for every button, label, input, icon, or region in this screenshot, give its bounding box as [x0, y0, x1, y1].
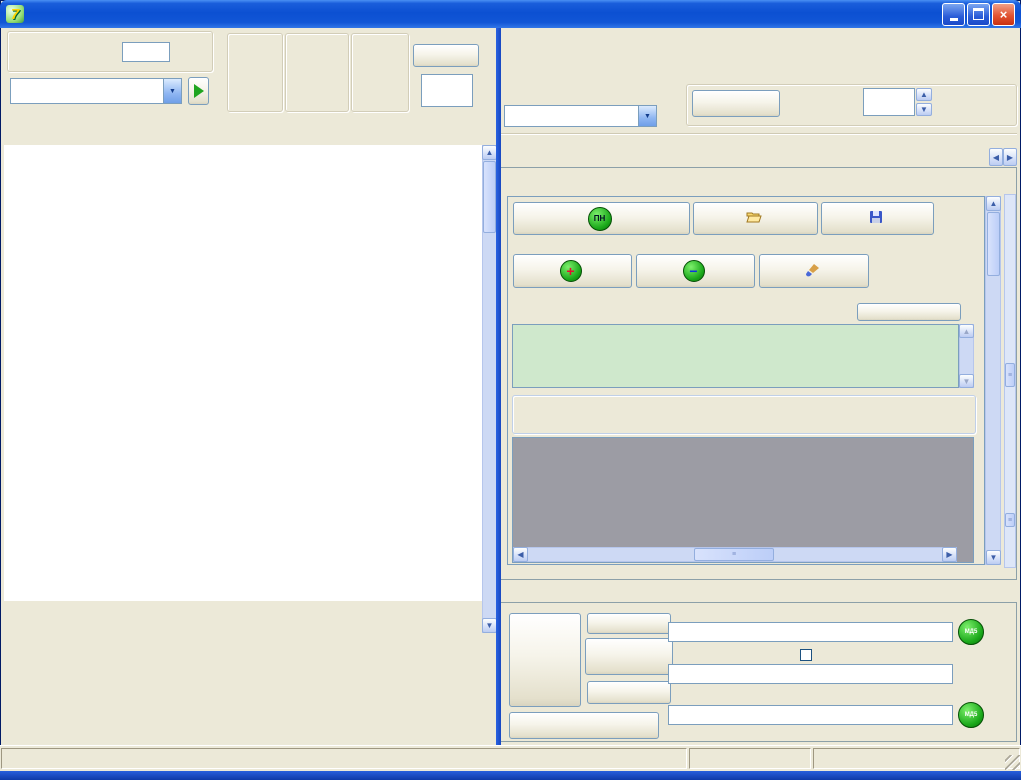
window-frame-bottom [0, 770, 1021, 780]
chevron-down-icon[interactable]: ▼ [638, 106, 656, 126]
md5-calc-button[interactable] [587, 681, 671, 704]
scroll-down-icon[interactable]: ▼ [482, 618, 497, 633]
app-window: 7 × ▼ ▲ ▼ [0, 0, 1021, 780]
delay-down-icon[interactable]: ▼ [916, 103, 932, 116]
scroll-up-icon[interactable]: ▲ [986, 196, 1001, 211]
md5-aux-input[interactable] [668, 705, 953, 725]
status-source [813, 748, 1020, 769]
game-type-group [351, 33, 409, 112]
panel-scrollbar-thumb[interactable] [987, 212, 1000, 276]
pane-splitter[interactable] [496, 28, 501, 745]
minimize-button[interactable] [942, 3, 965, 26]
panel-scrollbar[interactable]: ▲ ▼ [985, 196, 1001, 565]
page-scrollbar-thumb[interactable]: ≡ [1005, 513, 1015, 527]
start-sum-input[interactable] [122, 42, 170, 62]
md5-calc-icon[interactable]: МД5 [958, 702, 984, 728]
scroll-down-icon[interactable]: ▼ [986, 550, 1001, 565]
listbox-hscrollbar[interactable]: ◀ ≡ ▶ [513, 547, 957, 562]
autoset-user-button[interactable]: ПН [513, 202, 690, 235]
md5-clear-paste-button[interactable] [585, 638, 673, 675]
autospin-button[interactable] [692, 90, 780, 117]
results-table [4, 145, 483, 601]
load-bets-file-button[interactable] [693, 202, 818, 235]
bets-editor[interactable] [512, 324, 959, 388]
delete-all-bets-button[interactable] [759, 254, 869, 288]
separator [499, 133, 1017, 135]
roulette-board [4, 633, 496, 745]
scroll-up-icon[interactable]: ▲ [959, 324, 974, 338]
mode-combo[interactable]: ▼ [504, 105, 657, 127]
add-bet-button[interactable]: + [513, 254, 632, 288]
case-checkbox[interactable] [800, 649, 812, 661]
save-bets-file-button[interactable] [821, 202, 934, 235]
preset-combo[interactable]: ▼ [10, 78, 182, 104]
game-on-group [227, 33, 283, 112]
autoshift-value [421, 74, 473, 107]
md5-calc-icon[interactable]: МД5 [958, 619, 984, 645]
table-scrollbar-thumb[interactable] [483, 161, 496, 233]
autoshift-new-button[interactable] [413, 44, 479, 67]
start-group [7, 31, 213, 72]
bets-listbox[interactable] [512, 437, 974, 563]
play-icon [194, 84, 204, 98]
md5-clear-paste-aux-button[interactable] [509, 712, 659, 739]
page-scrollbar[interactable]: ≡ ≡ [1004, 194, 1016, 568]
delay-input[interactable] [863, 88, 915, 116]
tab-scroll-left-icon[interactable]: ◀ [989, 148, 1003, 166]
status-loaded-file [1, 748, 687, 769]
table-body[interactable] [4, 145, 483, 601]
status-bar [0, 745, 1021, 771]
table-scrollbar[interactable]: ▲ ▼ [482, 145, 497, 633]
open-folder-icon [746, 210, 762, 227]
plus-icon: + [560, 260, 582, 282]
scroll-down-icon[interactable]: ▼ [959, 374, 974, 388]
roulette-kind-group [285, 33, 349, 112]
pn-badge-icon: ПН [588, 207, 612, 231]
page-scrollbar-thumb[interactable]: ≡ [1005, 363, 1015, 387]
sub-tabs [506, 170, 1003, 193]
scroll-up-icon[interactable]: ▲ [482, 145, 497, 160]
minus-icon: − [683, 260, 705, 282]
status-autoshift [689, 748, 811, 769]
brush-icon [805, 263, 820, 280]
tab-scroll-right-icon[interactable]: ▶ [1003, 148, 1017, 166]
app-icon: 7 [6, 5, 24, 23]
md5-big-button[interactable] [509, 613, 581, 707]
md5-source-input[interactable] [668, 622, 953, 642]
main-tabs [504, 145, 988, 168]
chevron-down-icon[interactable]: ▼ [163, 79, 181, 103]
resize-grip[interactable] [1005, 755, 1020, 770]
close-button[interactable]: × [992, 3, 1015, 26]
floppy-icon [869, 210, 883, 227]
scroll-right-icon[interactable]: ▶ [942, 547, 957, 562]
listbox-hscrollbar-thumb[interactable]: ≡ [694, 548, 774, 561]
delay-up-icon[interactable]: ▲ [916, 88, 932, 101]
title-bar: 7 × [0, 0, 1021, 28]
bottom-tabs [505, 581, 1015, 603]
start-button[interactable] [188, 77, 209, 105]
md5-clear-button[interactable] [587, 613, 671, 634]
editor-scrollbar[interactable]: ▲ ▼ [959, 324, 974, 388]
clear-field-button[interactable] [857, 303, 961, 321]
scroll-left-icon[interactable]: ◀ [513, 547, 528, 562]
toolbar [14, 118, 492, 141]
maximize-button[interactable] [967, 3, 990, 26]
quick-buttons-group [512, 395, 976, 434]
md5-output-input[interactable] [668, 664, 953, 684]
delete-bet-button[interactable]: − [636, 254, 755, 288]
